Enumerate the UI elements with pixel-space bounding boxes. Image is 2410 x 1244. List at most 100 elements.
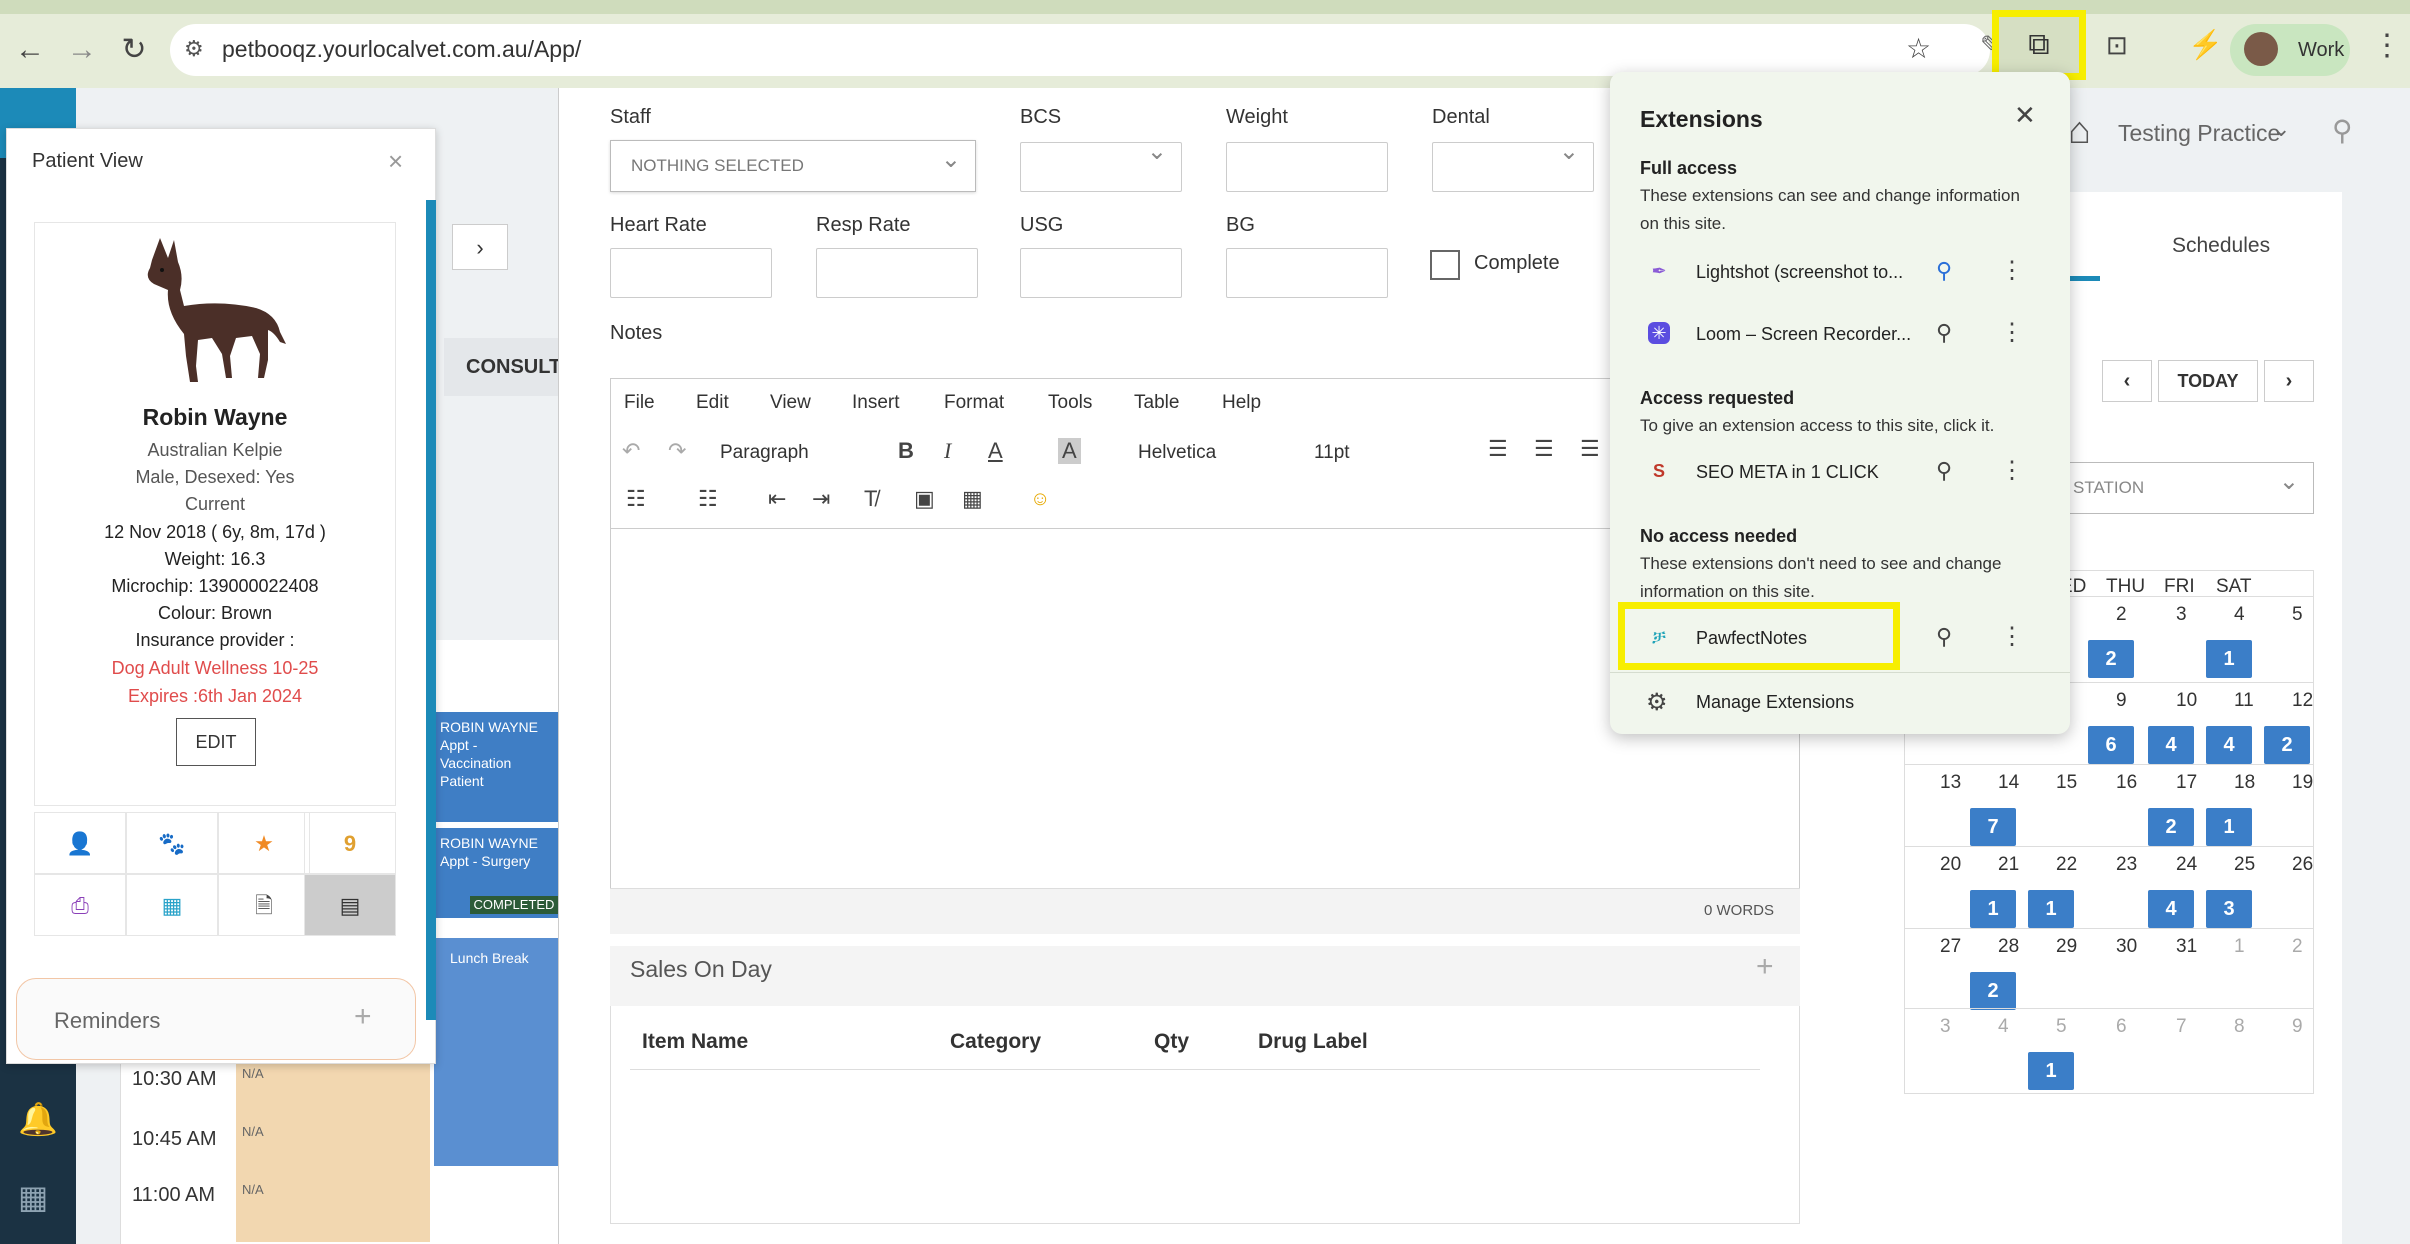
calendar-day[interactable]: 12 (2292, 690, 2313, 712)
calendar-day[interactable]: 8 (2234, 1016, 2245, 1038)
calendar-icon[interactable]: ▦ (126, 874, 218, 936)
reload-icon[interactable]: ↻ (112, 28, 156, 72)
today-button[interactable]: TODAY (2158, 360, 2258, 402)
more-icon[interactable]: ⋮ (2000, 256, 2024, 285)
ext-seo-meta[interactable]: SEO META in 1 CLICK (1696, 462, 1879, 483)
indent-icon[interactable]: ⇥ (812, 486, 830, 512)
align-left-icon[interactable]: ☰ (1488, 436, 1508, 462)
redo-icon[interactable]: ↷ (668, 438, 686, 464)
more-icon[interactable]: ⋮ (2000, 622, 2024, 651)
more-icon[interactable]: ⋮ (2000, 318, 2024, 347)
bookmark-star-icon[interactable]: ☆ (1906, 32, 1931, 65)
document-icon[interactable]: 🗎 (218, 874, 310, 936)
appointment-count-badge[interactable]: 4 (2148, 890, 2194, 928)
calendar-day[interactable]: 31 (2176, 936, 2197, 958)
performance-icon[interactable]: ⚡ (2188, 28, 2223, 61)
calendar-day[interactable]: 22 (2056, 854, 2077, 876)
star-icon[interactable]: ★ (218, 812, 310, 874)
tab-search-icon[interactable]: ⊡ (2106, 30, 2128, 61)
calendar-day[interactable]: 10 (2176, 690, 2197, 712)
calendar-day[interactable]: 20 (1940, 854, 1961, 876)
appointment-count-badge[interactable]: 2 (2264, 726, 2310, 764)
next-arrow-button[interactable]: › (452, 224, 508, 270)
extensions-button[interactable]: ⧉ (1992, 10, 2086, 80)
calendar-day[interactable]: 18 (2234, 772, 2255, 794)
time-slot[interactable]: N/A (236, 1118, 430, 1184)
emoji-icon[interactable]: ☺ (1030, 488, 1050, 511)
size-select[interactable]: 11pt (1314, 442, 1350, 464)
appointment-card[interactable]: ROBIN WAYNE Appt - Vaccination Patient (434, 712, 558, 822)
calendar-day[interactable]: 26 (2292, 854, 2313, 876)
calendar-day[interactable]: 19 (2292, 772, 2313, 794)
calendar-day[interactable]: 2 (2292, 936, 2303, 958)
align-right-icon[interactable]: ☰ (1580, 436, 1600, 462)
dental-select[interactable] (1432, 137, 1594, 192)
pinned-icon[interactable]: ⚲ (1936, 258, 1952, 284)
calendar-day[interactable]: 7 (2176, 1016, 2187, 1038)
highlight-icon[interactable]: A (1058, 438, 1081, 464)
sales-header[interactable] (610, 946, 1800, 1006)
calendar-day[interactable]: 23 (2116, 854, 2137, 876)
chevron-down-icon[interactable]: ⌄ (2272, 116, 2290, 142)
complete-checkbox[interactable] (1430, 250, 1460, 280)
manage-extensions-link[interactable]: Manage Extensions (1696, 692, 1854, 713)
appointment-count-badge[interactable]: 1 (1970, 890, 2016, 928)
appointment-count-badge[interactable]: 7 (1970, 808, 2016, 846)
calendar-day[interactable]: 9 (2116, 690, 2127, 712)
appointment-count-badge[interactable]: 2 (1970, 972, 2016, 1010)
time-slot[interactable]: N/A (236, 1060, 430, 1126)
undo-icon[interactable]: ↶ (622, 438, 640, 464)
menu-edit[interactable]: Edit (696, 392, 729, 414)
calendar-day[interactable]: 29 (2056, 936, 2077, 958)
calendar-day[interactable]: 2 (2116, 604, 2127, 626)
usg-input[interactable] (1020, 248, 1182, 298)
pin-icon[interactable]: ⚲ (1936, 458, 1952, 484)
add-sale-icon[interactable]: + (1756, 950, 1774, 984)
lunch-break-block[interactable]: Lunch Break (434, 938, 558, 1166)
menu-table[interactable]: Table (1134, 392, 1179, 414)
appointment-count-badge[interactable]: 2 (2148, 808, 2194, 846)
bg-input[interactable] (1226, 248, 1388, 298)
calendar-day[interactable]: 13 (1940, 772, 1961, 794)
heart-rate-input[interactable] (610, 248, 772, 298)
site-settings-icon[interactable]: ⚙ (184, 36, 204, 62)
search-icon[interactable]: ⚲ (2332, 114, 2353, 147)
appointment-count-badge[interactable]: 6 (2088, 726, 2134, 764)
appointment-count-badge[interactable]: 1 (2028, 1052, 2074, 1090)
appointment-count-badge[interactable]: 3 (2206, 890, 2252, 928)
tab-schedules[interactable]: Schedules (2172, 234, 2270, 258)
menu-help[interactable]: Help (1222, 392, 1261, 414)
staff-select[interactable]: NOTHING SELECTED (610, 135, 976, 192)
align-center-icon[interactable]: ☰ (1534, 436, 1554, 462)
pin-icon[interactable]: ⚲ (1936, 320, 1952, 346)
practice-select[interactable]: Testing Practice (2118, 120, 2280, 147)
font-select[interactable]: Helvetica (1138, 442, 1216, 464)
close-icon[interactable]: ✕ (2014, 100, 2036, 131)
appointment-count-badge[interactable]: 1 (2206, 640, 2252, 678)
calendar-day[interactable]: 11 (2234, 690, 2254, 712)
image-icon[interactable]: ▣ (914, 486, 935, 512)
bell-icon[interactable]: 🔔 (18, 1100, 58, 1138)
ext-loom[interactable]: Loom – Screen Recorder... (1696, 324, 1911, 345)
appointment-count-badge[interactable]: 4 (2206, 726, 2252, 764)
clear-format-icon[interactable]: T̸ (864, 486, 877, 512)
menu-kebab-icon[interactable]: ⋮ (2372, 28, 2402, 63)
appointment-count-badge[interactable]: 1 (2028, 890, 2074, 928)
text-color-icon[interactable]: A (988, 438, 1003, 464)
calendar-day[interactable]: 6 (2116, 1016, 2127, 1038)
italic-icon[interactable]: I (944, 438, 951, 464)
time-slot[interactable]: N/A (236, 1176, 430, 1242)
calendar-day[interactable]: 3 (2176, 604, 2187, 626)
calendar-day[interactable]: 16 (2116, 772, 2137, 794)
menu-view[interactable]: View (770, 392, 811, 414)
numbered-list-icon[interactable]: ☷ (698, 486, 718, 512)
more-icon[interactable]: ⋮ (2000, 456, 2024, 485)
bullet-list-icon[interactable]: ☷ (626, 486, 646, 512)
outdent-icon[interactable]: ⇤ (768, 486, 786, 512)
bold-icon[interactable]: B (898, 438, 914, 464)
calendar-day[interactable]: 5 (2056, 1016, 2067, 1038)
forward-icon[interactable]: → (60, 28, 104, 72)
calendar-day[interactable]: 4 (2234, 604, 2245, 626)
next-month-button[interactable]: › (2264, 360, 2314, 402)
calendar-day[interactable]: 25 (2234, 854, 2255, 876)
